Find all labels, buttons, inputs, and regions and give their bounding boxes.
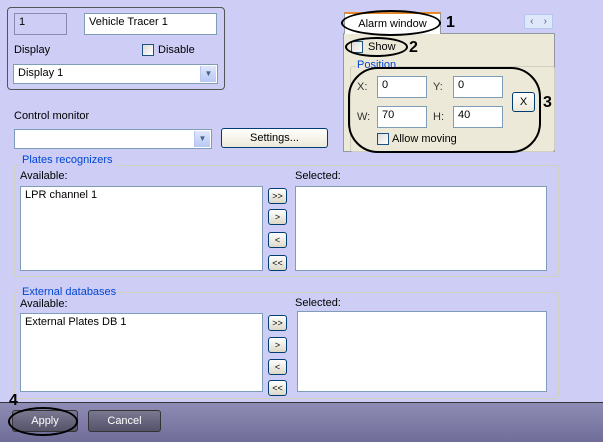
control-monitor-label: Control monitor — [14, 110, 90, 122]
annotation-ellipse-3 — [348, 67, 541, 153]
annotation-ellipse-1 — [341, 10, 441, 36]
chevron-down-icon[interactable]: ▼ — [194, 131, 210, 147]
annotation-number-1: 1 — [446, 14, 455, 31]
annotation-number-4: 4 — [9, 392, 18, 409]
chevron-right-icon[interactable]: › — [544, 15, 547, 28]
external-group-title: External databases — [20, 286, 119, 298]
add-button[interactable]: > — [268, 337, 287, 353]
annotation-number-2: 2 — [409, 39, 418, 56]
settings-button[interactable]: Settings... — [221, 128, 328, 148]
display-select[interactable]: Display 1 ▼ — [13, 64, 218, 84]
plates-available-label: Available: — [20, 170, 68, 182]
disable-checkbox[interactable] — [142, 44, 154, 56]
remove-all-button[interactable]: << — [268, 255, 287, 271]
chevron-down-icon[interactable]: ▼ — [200, 66, 216, 82]
remove-all-button[interactable]: << — [268, 380, 287, 396]
plates-group-title: Plates recognizers — [20, 154, 115, 166]
remove-button[interactable]: < — [268, 359, 287, 375]
external-available-list[interactable]: External Plates DB 1 — [20, 313, 263, 392]
external-selected-label: Selected: — [295, 297, 341, 309]
display-label: Display — [14, 44, 51, 56]
external-available-label: Available: — [20, 298, 68, 310]
disable-label: Disable — [158, 44, 195, 56]
chevron-left-icon[interactable]: ‹ — [530, 15, 533, 28]
plates-selected-list[interactable] — [295, 186, 547, 271]
external-selected-list[interactable] — [297, 311, 547, 392]
tab-scroll-buttons[interactable]: ‹ › — [524, 14, 553, 29]
control-monitor-select[interactable]: ▼ — [14, 129, 212, 149]
remove-button[interactable]: < — [268, 232, 287, 248]
annotation-ellipse-2 — [345, 37, 408, 57]
plates-available-list[interactable]: LPR channel 1 — [20, 186, 263, 271]
annotation-number-3: 3 — [543, 94, 552, 111]
display-select-value: Display 1 — [18, 67, 64, 79]
add-all-button[interactable]: >> — [268, 315, 287, 331]
name-field[interactable]: Vehicle Tracer 1 — [84, 13, 217, 35]
plates-selected-label: Selected: — [295, 170, 341, 182]
id-field[interactable]: 1 — [14, 13, 67, 35]
list-item[interactable]: External Plates DB 1 — [25, 316, 258, 328]
annotation-ellipse-4 — [8, 407, 78, 436]
add-all-button[interactable]: >> — [268, 188, 287, 204]
add-button[interactable]: > — [268, 209, 287, 225]
list-item[interactable]: LPR channel 1 — [25, 189, 258, 201]
cancel-button[interactable]: Cancel — [88, 410, 161, 432]
